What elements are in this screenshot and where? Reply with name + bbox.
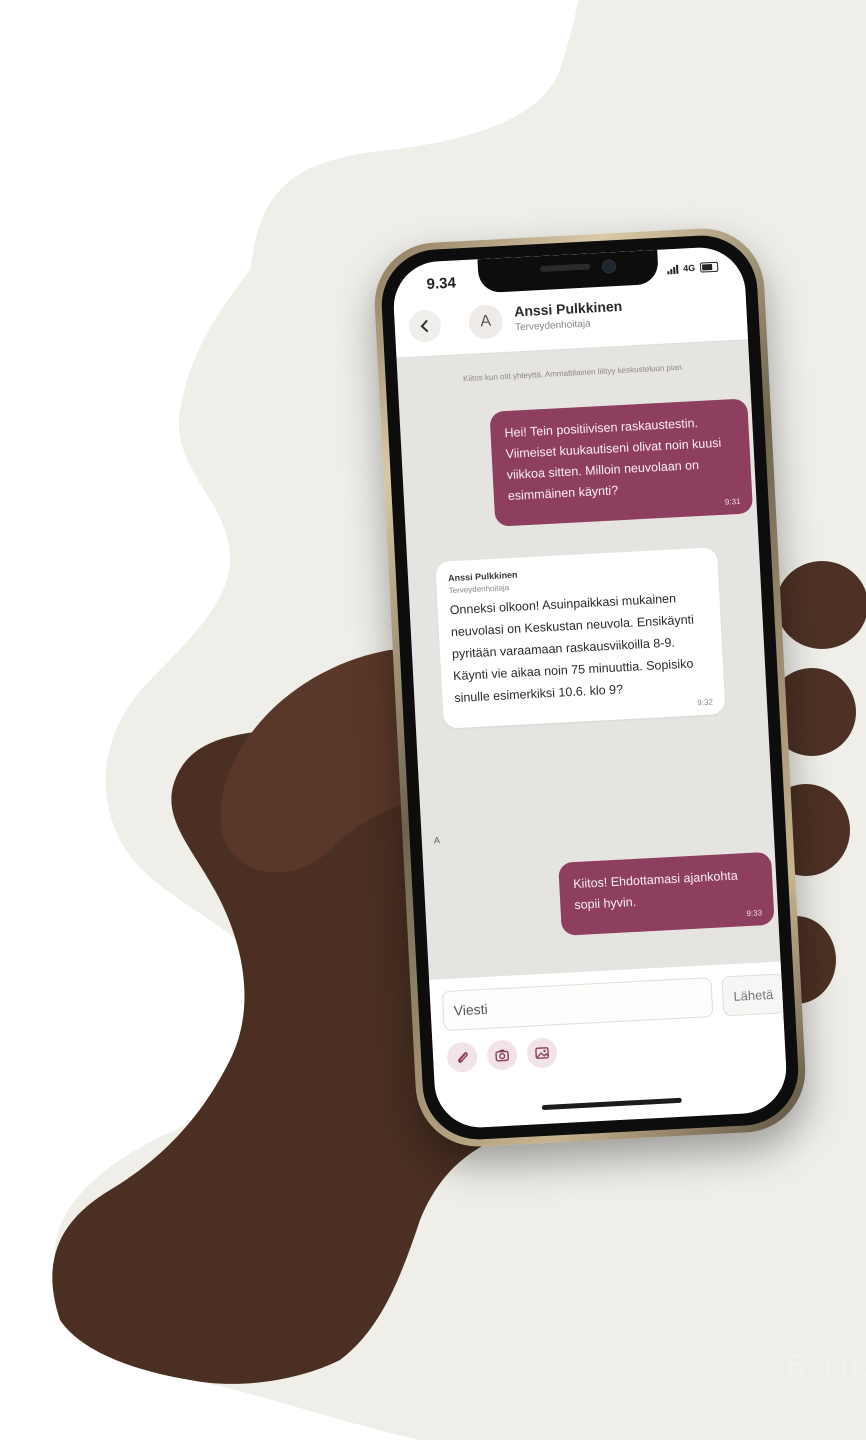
contact-avatar[interactable]: A: [467, 304, 504, 340]
message-text: Kiitos! Ehdottamasi ajankohta sopii hyvi…: [572, 868, 739, 913]
image-button[interactable]: [526, 1037, 558, 1069]
system-note: Kiitos kun otit yhteyttä. Ammattilainen …: [462, 362, 685, 384]
message-list: Kiitos kun otit yhteyttä. Ammattilainen …: [397, 340, 781, 980]
send-button[interactable]: Lähetä: [721, 973, 786, 1017]
front-camera-icon: [601, 259, 617, 274]
signal-icon: [667, 264, 679, 275]
status-time: 9.34: [426, 274, 457, 293]
chevron-left-icon: [420, 320, 429, 333]
message-text: Hei! Tein positiivisen raskaustestin. Vi…: [504, 415, 722, 504]
sender-avatar: A: [433, 835, 441, 846]
contact-role: Terveydenhoitaja: [514, 318, 591, 334]
date-label: 6.10.: [786, 1350, 866, 1385]
network-label: 4G: [682, 262, 696, 274]
battery-icon: [699, 261, 719, 273]
paperclip-icon: [458, 1052, 468, 1063]
phone: 9.34 4G A Anssi Pulkkinen Terveydenhoita…: [371, 225, 809, 1150]
message-input[interactable]: [441, 977, 714, 1032]
page: 9.34 4G A Anssi Pulkkinen Terveydenhoita…: [0, 0, 866, 1440]
message-outgoing[interactable]: Kiitos! Ehdottamasi ajankohta sopii hyvi…: [558, 851, 775, 936]
attach-file-button[interactable]: [446, 1041, 478, 1073]
camera-icon: [495, 1049, 509, 1062]
phone-screen: 9.34 4G A Anssi Pulkkinen Terveydenhoita…: [391, 245, 789, 1130]
camera-button[interactable]: [486, 1039, 518, 1071]
hand-finger-1: [776, 561, 866, 649]
home-indicator[interactable]: [541, 1097, 682, 1111]
message-text: Onneksi olkoon! Asuinpaikkasi mukainen n…: [449, 591, 695, 706]
composer: Lähetä: [429, 960, 789, 1130]
contact-name: Anssi Pulkkinen: [513, 297, 623, 320]
attachment-buttons: [446, 1037, 558, 1073]
back-button[interactable]: [408, 309, 442, 343]
speaker-grille: [539, 263, 591, 273]
status-icons: 4G: [667, 261, 719, 275]
image-icon: [535, 1047, 549, 1059]
message-outgoing[interactable]: Hei! Tein positiivisen raskaustestin. Vi…: [489, 398, 754, 527]
message-incoming[interactable]: Anssi Pulkkinen Terveydenhoitaja Onneksi…: [435, 547, 726, 729]
